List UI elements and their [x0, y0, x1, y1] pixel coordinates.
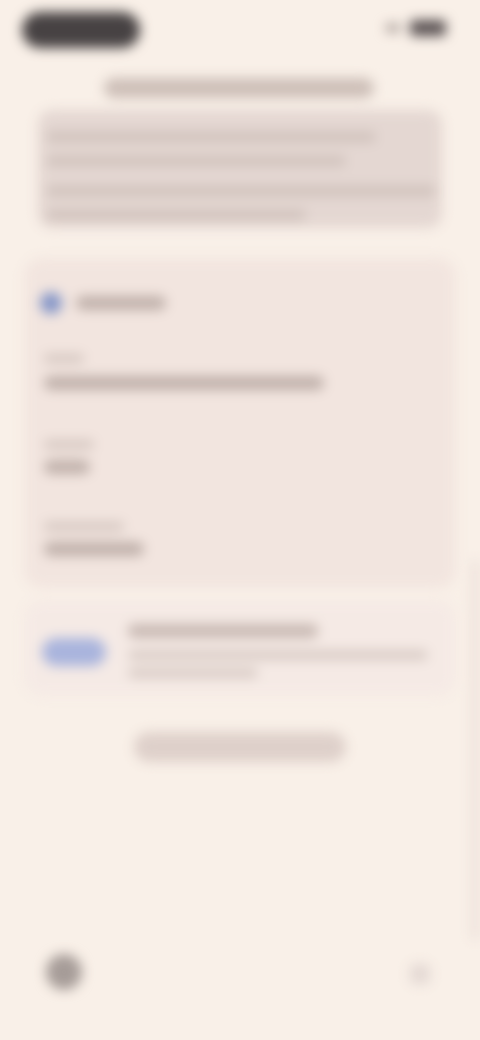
summary-line [46, 156, 346, 166]
blurred-screen [0, 0, 480, 1040]
detail-value[interactable] [44, 542, 144, 556]
detail-value[interactable] [44, 460, 90, 474]
summary-card [38, 110, 442, 228]
account-subtext [128, 650, 428, 660]
summary-line [46, 132, 376, 142]
signal-icon [386, 24, 400, 32]
summary-line [46, 210, 306, 220]
avatar-chip-icon [42, 638, 106, 666]
status-bar-icons [386, 20, 446, 36]
blue-circle-icon [40, 292, 62, 314]
scrollbar[interactable] [472, 560, 478, 940]
summary-line [46, 186, 436, 196]
account-subtext [128, 668, 258, 678]
page-title [104, 78, 374, 98]
detail-label [44, 440, 94, 449]
account-row[interactable] [24, 600, 456, 696]
battery-icon [410, 20, 446, 36]
status-bar-pill [22, 12, 140, 48]
detail-value[interactable] [44, 376, 324, 390]
detail-label [44, 522, 124, 531]
detail-label [44, 354, 84, 363]
account-name [128, 624, 318, 638]
detail-header-text [76, 296, 166, 310]
profile-icon[interactable] [46, 954, 82, 990]
arrow-icon[interactable] [410, 964, 430, 984]
details-card [24, 258, 456, 588]
action-button[interactable] [134, 732, 346, 762]
